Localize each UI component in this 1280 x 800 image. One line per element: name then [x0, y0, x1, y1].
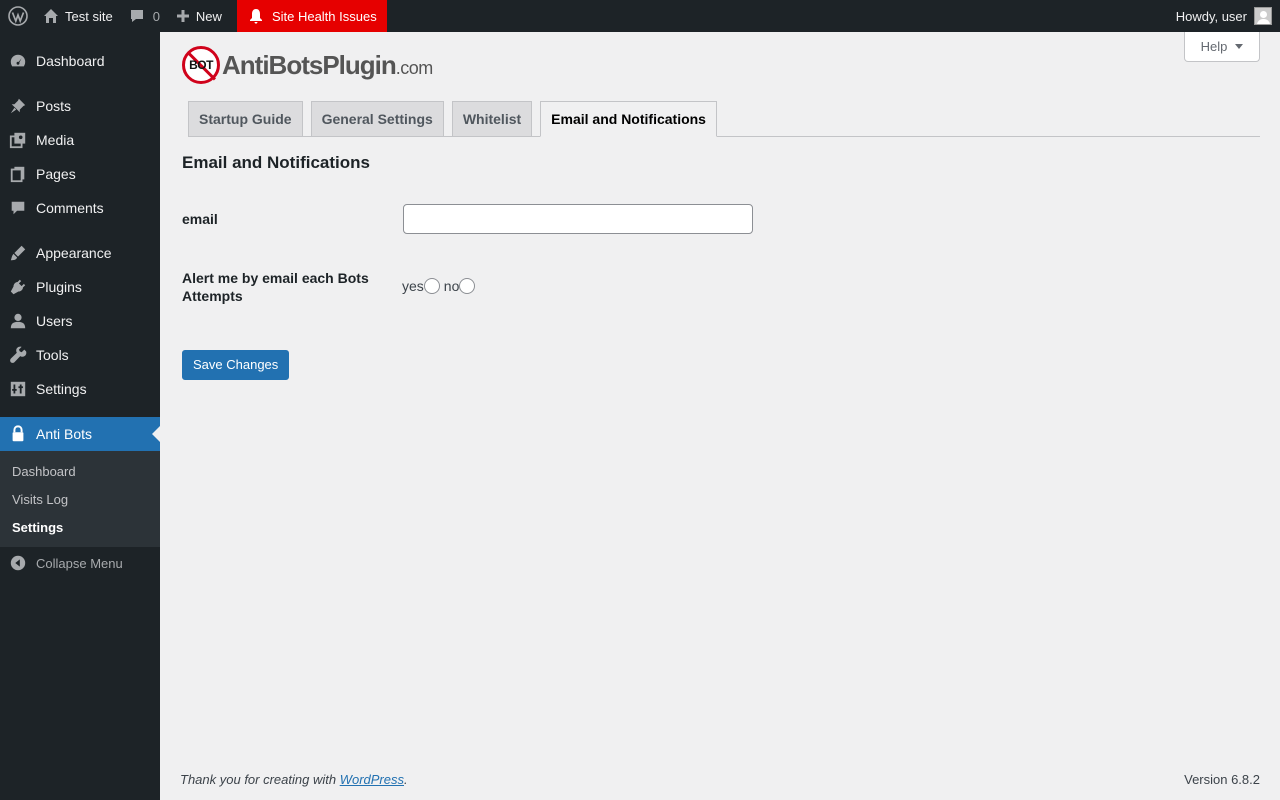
- pin-icon: [0, 97, 36, 115]
- alert-radio-group: yes no: [402, 278, 476, 294]
- home-icon: [44, 9, 58, 23]
- brush-icon: [0, 244, 36, 262]
- bell-icon: [249, 9, 262, 24]
- submenu-settings[interactable]: Settings: [0, 514, 160, 542]
- no-label: no: [443, 278, 460, 294]
- anti-bots-submenu: Dashboard Visits Log Settings: [0, 451, 160, 547]
- submenu-dashboard[interactable]: Dashboard: [0, 458, 160, 486]
- help-label: Help: [1200, 39, 1228, 54]
- comments-count: 0: [152, 8, 160, 24]
- email-field[interactable]: [403, 204, 753, 234]
- site-name-link[interactable]: Test site: [35, 0, 121, 32]
- yes-radio[interactable]: [423, 278, 440, 294]
- admin-sidebar: Dashboard Posts Media Pages Comments App…: [0, 32, 160, 800]
- settings-icon: [0, 380, 36, 398]
- wordpress-link[interactable]: WordPress: [340, 772, 404, 787]
- plugin-logo: BOT AntiBotsPlugin.com: [182, 45, 433, 85]
- plus-icon: [176, 10, 189, 22]
- sidebar-item-comments[interactable]: Comments: [0, 191, 160, 225]
- site-health-link[interactable]: Site Health Issues: [236, 0, 387, 32]
- new-label: New: [195, 8, 222, 24]
- comments-link[interactable]: 0: [121, 0, 168, 32]
- tab-email-notifications[interactable]: Email and Notifications: [540, 101, 717, 137]
- settings-tabs: Startup Guide General Settings Whitelist…: [188, 101, 1260, 137]
- wordpress-logo-button[interactable]: [0, 0, 35, 32]
- collapse-arrow-icon: [0, 554, 36, 572]
- main-content: Help BOT AntiBotsPlugin.com Startup Guid…: [160, 32, 1280, 800]
- media-icon: [0, 131, 36, 149]
- sidebar-item-settings[interactable]: Settings: [0, 372, 160, 406]
- sidebar-item-dashboard[interactable]: Dashboard: [0, 44, 160, 78]
- help-button[interactable]: Help: [1184, 32, 1260, 62]
- site-health-label: Site Health Issues: [271, 8, 377, 24]
- save-changes-button[interactable]: Save Changes: [182, 350, 290, 380]
- section-title: Email and Notifications: [182, 153, 370, 172]
- version-text: Version 6.8.2: [1184, 772, 1260, 787]
- sidebar-item-anti-bots[interactable]: Anti Bots: [0, 417, 160, 451]
- collapse-menu-button[interactable]: Collapse Menu: [0, 546, 160, 580]
- tab-general-settings[interactable]: General Settings: [310, 101, 444, 136]
- plug-icon: [0, 278, 36, 296]
- howdy-text: Howdy, user: [1175, 8, 1247, 24]
- footer-thanks: Thank you for creating with WordPress.: [180, 772, 408, 787]
- sidebar-item-plugins[interactable]: Plugins: [0, 270, 160, 304]
- admin-bar: Test site 0 New Site Health Issues Howdy…: [0, 0, 1280, 32]
- comment-bubble-icon: [130, 10, 143, 22]
- comment-icon: [0, 199, 36, 217]
- wrench-icon: [0, 346, 36, 364]
- lock-icon: [0, 425, 36, 443]
- no-radio[interactable]: [459, 278, 476, 294]
- alert-label: Alert me by email each Bots Attempts: [182, 270, 369, 304]
- wordpress-icon: [7, 6, 28, 26]
- pages-icon: [0, 165, 36, 183]
- sidebar-item-appearance[interactable]: Appearance: [0, 236, 160, 270]
- email-label: email: [182, 211, 218, 227]
- sidebar-item-media[interactable]: Media: [0, 123, 160, 157]
- site-name: Test site: [65, 8, 113, 24]
- caret-down-icon: [1235, 44, 1244, 49]
- dashboard-icon: [0, 52, 36, 70]
- no-bot-icon: BOT: [182, 46, 220, 84]
- logo-text: AntiBotsPlugin.com: [222, 49, 433, 80]
- sidebar-item-pages[interactable]: Pages: [0, 157, 160, 191]
- sidebar-item-users[interactable]: Users: [0, 304, 160, 338]
- sidebar-item-posts[interactable]: Posts: [0, 89, 160, 123]
- sidebar-item-tools[interactable]: Tools: [0, 338, 160, 372]
- user-icon: [0, 312, 36, 330]
- tab-whitelist[interactable]: Whitelist: [451, 101, 533, 136]
- new-content-link[interactable]: New: [168, 0, 230, 32]
- yes-label: yes: [402, 278, 424, 294]
- submenu-visits-log[interactable]: Visits Log: [0, 486, 160, 514]
- tab-startup-guide[interactable]: Startup Guide: [188, 101, 303, 136]
- avatar: [1254, 7, 1272, 25]
- user-account-menu[interactable]: Howdy, user: [1168, 0, 1280, 32]
